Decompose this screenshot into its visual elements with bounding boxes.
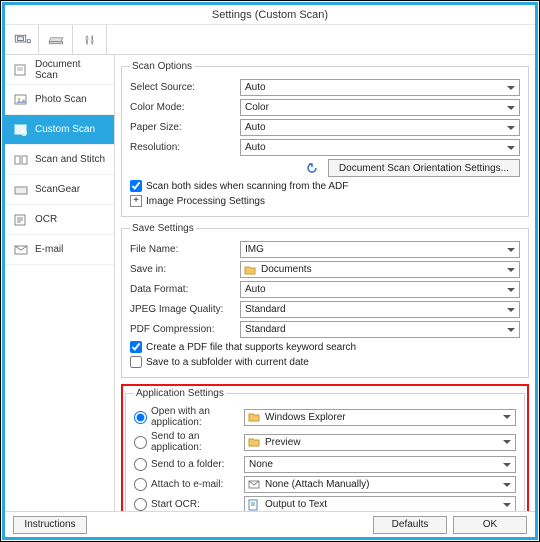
color-mode-label: Color Mode: <box>130 102 236 113</box>
scan-both-sides-checkbox[interactable]: Scan both sides when scanning from the A… <box>130 180 520 192</box>
plus-icon: + <box>130 195 142 207</box>
app-settings-legend: Application Settings <box>134 388 226 399</box>
sidebar-item-ocr[interactable]: OCR <box>5 205 114 235</box>
mode-general-settings[interactable] <box>73 25 107 54</box>
file-name-label: File Name: <box>130 244 236 255</box>
scan-stitch-icon <box>13 154 29 166</box>
dialog-footer: Instructions Defaults OK <box>5 511 535 537</box>
mode-scan-from-computer[interactable] <box>5 25 39 54</box>
data-format-label: Data Format: <box>130 284 236 295</box>
mode-toolbar <box>5 25 535 55</box>
document-scan-icon <box>13 64 29 76</box>
sidebar-item-photo-scan[interactable]: Photo Scan <box>5 85 114 115</box>
app-settings-group: Application Settings Open with an applic… <box>125 388 525 511</box>
custom-scan-icon <box>13 124 29 136</box>
sidebar: Document Scan Photo Scan Custom Scan Sca… <box>5 55 115 511</box>
explorer-icon <box>248 411 260 423</box>
paper-size-dropdown[interactable]: Auto <box>240 119 520 136</box>
window-title: Settings (Custom Scan) <box>5 5 535 25</box>
sidebar-item-scan-and-stitch[interactable]: Scan and Stitch <box>5 145 114 175</box>
chevron-down-icon <box>507 146 515 150</box>
chevron-down-icon <box>503 415 511 419</box>
chevron-down-icon <box>507 288 515 292</box>
start-ocr-dropdown[interactable]: Output to Text <box>244 496 516 511</box>
orientation-settings-button[interactable]: Document Scan Orientation Settings... <box>328 159 520 177</box>
refresh-icon[interactable] <box>306 162 320 174</box>
chevron-down-icon <box>507 308 515 312</box>
resolution-dropdown[interactable]: Auto <box>240 139 520 156</box>
sidebar-item-label: Document Scan <box>35 59 106 81</box>
chevron-down-icon <box>503 483 511 487</box>
app-settings-highlight: Application Settings Open with an applic… <box>121 384 529 511</box>
create-pdf-keyword-checkbox[interactable]: Create a PDF file that supports keyword … <box>130 341 520 353</box>
save-settings-group: Save Settings File Name: IMG Save in: Docu… <box>121 223 529 378</box>
open-with-radio[interactable]: Open with an application: <box>134 406 240 428</box>
send-folder-radio[interactable]: Send to a folder: <box>134 458 240 471</box>
chevron-down-icon <box>503 440 511 444</box>
main-panel: Scan Options Select Source: Auto Color Mo… <box>115 55 535 511</box>
chevron-down-icon <box>503 463 511 467</box>
chevron-down-icon <box>507 328 515 332</box>
text-output-icon <box>248 499 260 511</box>
folder-icon <box>244 264 256 276</box>
paper-size-label: Paper Size: <box>130 122 236 133</box>
sidebar-item-label: Scan and Stitch <box>35 154 105 165</box>
file-name-field[interactable]: IMG <box>240 241 520 258</box>
select-source-label: Select Source: <box>130 82 236 93</box>
select-source-dropdown[interactable]: Auto <box>240 79 520 96</box>
ok-button[interactable]: OK <box>453 516 527 534</box>
sidebar-item-label: ScanGear <box>35 184 80 195</box>
sidebar-item-document-scan[interactable]: Document Scan <box>5 55 114 85</box>
chevron-down-icon <box>507 248 515 252</box>
color-mode-dropdown[interactable]: Color <box>240 99 520 116</box>
defaults-button[interactable]: Defaults <box>373 516 447 534</box>
scan-options-group: Scan Options Select Source: Auto Color Mo… <box>121 61 529 217</box>
pdf-compression-label: PDF Compression: <box>130 324 236 335</box>
data-format-dropdown[interactable]: Auto <box>240 281 520 298</box>
sidebar-item-email[interactable]: E-mail <box>5 235 114 265</box>
save-subfolder-checkbox[interactable]: Save to a subfolder with current date <box>130 356 520 368</box>
chevron-down-icon <box>507 86 515 90</box>
start-ocr-radio[interactable]: Start OCR: <box>134 498 240 511</box>
save-in-dropdown[interactable]: Documents <box>240 261 520 278</box>
sidebar-item-label: Custom Scan <box>35 124 95 135</box>
sidebar-item-scangear[interactable]: ScanGear <box>5 175 114 205</box>
chevron-down-icon <box>503 503 511 507</box>
photo-scan-icon <box>13 94 29 106</box>
pdf-compression-dropdown[interactable]: Standard <box>240 321 520 338</box>
sidebar-item-label: E-mail <box>35 244 63 255</box>
resolution-label: Resolution: <box>130 142 236 153</box>
chevron-down-icon <box>507 126 515 130</box>
scangear-icon <box>13 184 29 196</box>
image-processing-expand[interactable]: +Image Processing Settings <box>130 195 520 207</box>
sidebar-item-custom-scan[interactable]: Custom Scan <box>5 115 114 145</box>
jpeg-quality-label: JPEG Image Quality: <box>130 304 236 315</box>
send-app-radio[interactable]: Send to an application: <box>134 431 240 453</box>
save-in-label: Save in: <box>130 264 236 275</box>
send-folder-dropdown[interactable]: None <box>244 456 516 473</box>
mode-scan-from-panel[interactable] <box>39 25 73 54</box>
send-app-dropdown[interactable]: Preview <box>244 434 516 451</box>
ocr-icon <box>13 214 29 226</box>
sidebar-item-label: Photo Scan <box>35 94 87 105</box>
scan-options-legend: Scan Options <box>130 61 194 72</box>
jpeg-quality-dropdown[interactable]: Standard <box>240 301 520 318</box>
instructions-button[interactable]: Instructions <box>13 516 87 534</box>
save-settings-legend: Save Settings <box>130 223 196 234</box>
chevron-down-icon <box>507 106 515 110</box>
email-icon <box>13 244 29 256</box>
chevron-down-icon <box>507 268 515 272</box>
attach-email-dropdown[interactable]: None (Attach Manually) <box>244 476 516 493</box>
preview-icon <box>248 436 260 448</box>
mail-icon <box>248 479 260 491</box>
open-with-dropdown[interactable]: Windows Explorer <box>244 409 516 426</box>
sidebar-item-label: OCR <box>35 214 57 225</box>
attach-email-radio[interactable]: Attach to e-mail: <box>134 478 240 491</box>
